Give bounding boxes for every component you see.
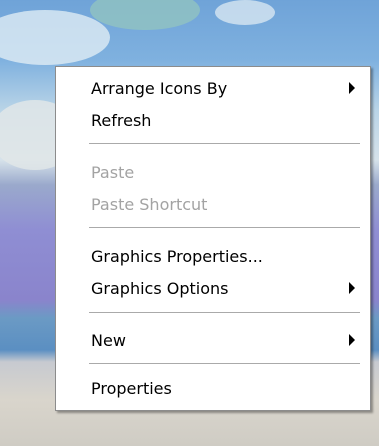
submenu-arrow-icon — [349, 82, 355, 94]
submenu-arrow-icon — [349, 282, 355, 294]
menu-item-paste[interactable]: Paste — [57, 155, 369, 189]
desktop-context-menu: Arrange Icons By Refresh Paste Paste Sho… — [55, 66, 371, 411]
menu-item-refresh[interactable]: Refresh — [57, 103, 369, 137]
menu-item-graphics-properties[interactable]: Graphics Properties... — [57, 239, 369, 273]
menu-item-paste-shortcut[interactable]: Paste Shortcut — [57, 187, 369, 221]
submenu-arrow-icon — [349, 334, 355, 346]
menu-item-properties[interactable]: Properties — [57, 371, 369, 405]
menu-separator — [89, 312, 360, 313]
menu-item-arrange-icons-by[interactable]: Arrange Icons By — [57, 71, 369, 105]
wallpaper-cloud — [0, 10, 110, 65]
menu-item-label: Graphics Properties... — [91, 246, 263, 266]
wallpaper-cloud — [90, 0, 200, 30]
menu-item-label: Arrange Icons By — [91, 78, 228, 98]
menu-separator — [89, 227, 360, 228]
menu-item-label: Paste — [91, 162, 135, 182]
wallpaper-cloud — [215, 0, 275, 25]
menu-separator — [89, 143, 360, 144]
menu-item-label: Refresh — [91, 110, 152, 130]
menu-item-graphics-options[interactable]: Graphics Options — [57, 271, 369, 305]
menu-separator — [89, 363, 360, 364]
menu-item-new[interactable]: New — [57, 323, 369, 357]
menu-item-label: Graphics Options — [91, 278, 229, 298]
menu-item-label: Paste Shortcut — [91, 194, 208, 214]
menu-item-label: Properties — [91, 378, 172, 398]
menu-item-label: New — [91, 330, 126, 350]
